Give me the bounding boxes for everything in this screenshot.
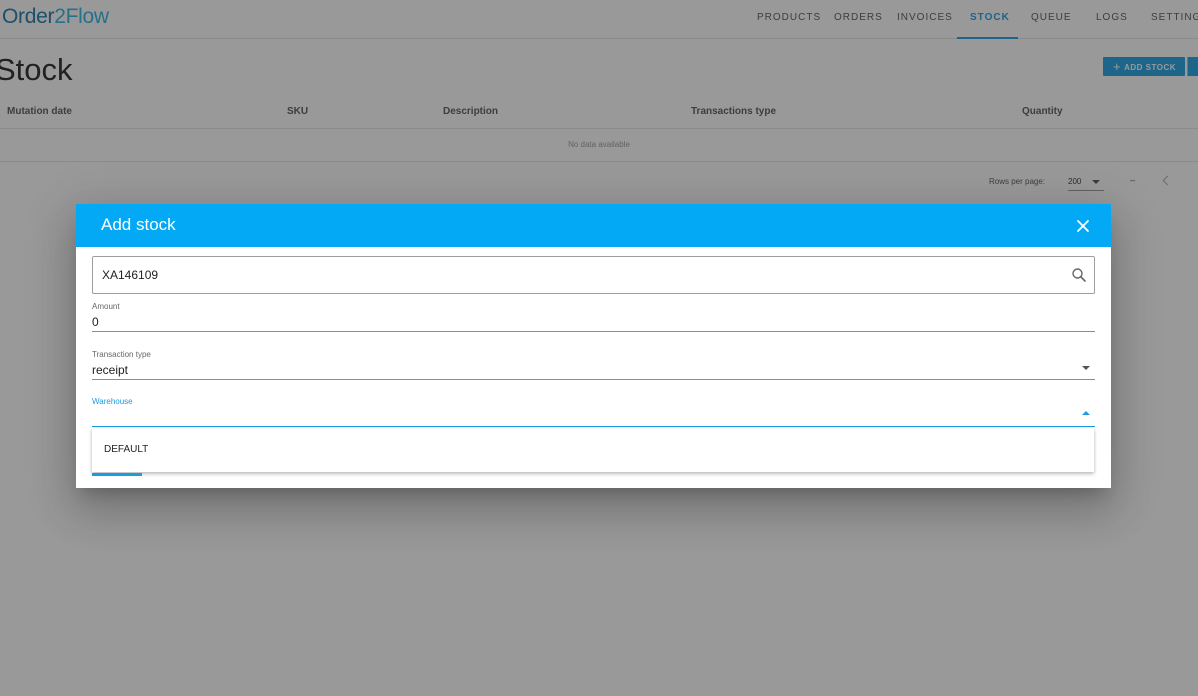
warehouse-option-default[interactable]: DEFAULT xyxy=(92,428,1094,472)
close-icon xyxy=(1077,220,1089,232)
sku-search-input[interactable]: XA146109 xyxy=(92,256,1095,294)
dialog-action-indicator xyxy=(92,473,142,476)
transaction-type-value: receipt xyxy=(92,363,129,377)
transaction-type-label: Transaction type xyxy=(92,350,151,359)
sku-search-value: XA146109 xyxy=(102,268,159,282)
chevron-up-icon xyxy=(1082,411,1090,415)
search-icon[interactable] xyxy=(1070,266,1088,284)
warehouse-label: Warehouse xyxy=(92,397,133,406)
chevron-down-icon xyxy=(1082,366,1090,370)
amount-value: 0 xyxy=(92,315,99,329)
amount-label: Amount xyxy=(92,302,120,311)
close-button[interactable] xyxy=(1071,214,1095,238)
warehouse-select[interactable]: Warehouse xyxy=(92,397,1095,427)
amount-field[interactable]: Amount 0 xyxy=(92,302,1095,332)
dialog-title: Add stock xyxy=(101,215,176,234)
warehouse-option-label: DEFAULT xyxy=(104,444,149,455)
dialog-header: Add stock xyxy=(76,204,1111,247)
warehouse-options-menu: DEFAULT xyxy=(92,428,1094,472)
transaction-type-select[interactable]: Transaction type receipt xyxy=(92,350,1095,380)
